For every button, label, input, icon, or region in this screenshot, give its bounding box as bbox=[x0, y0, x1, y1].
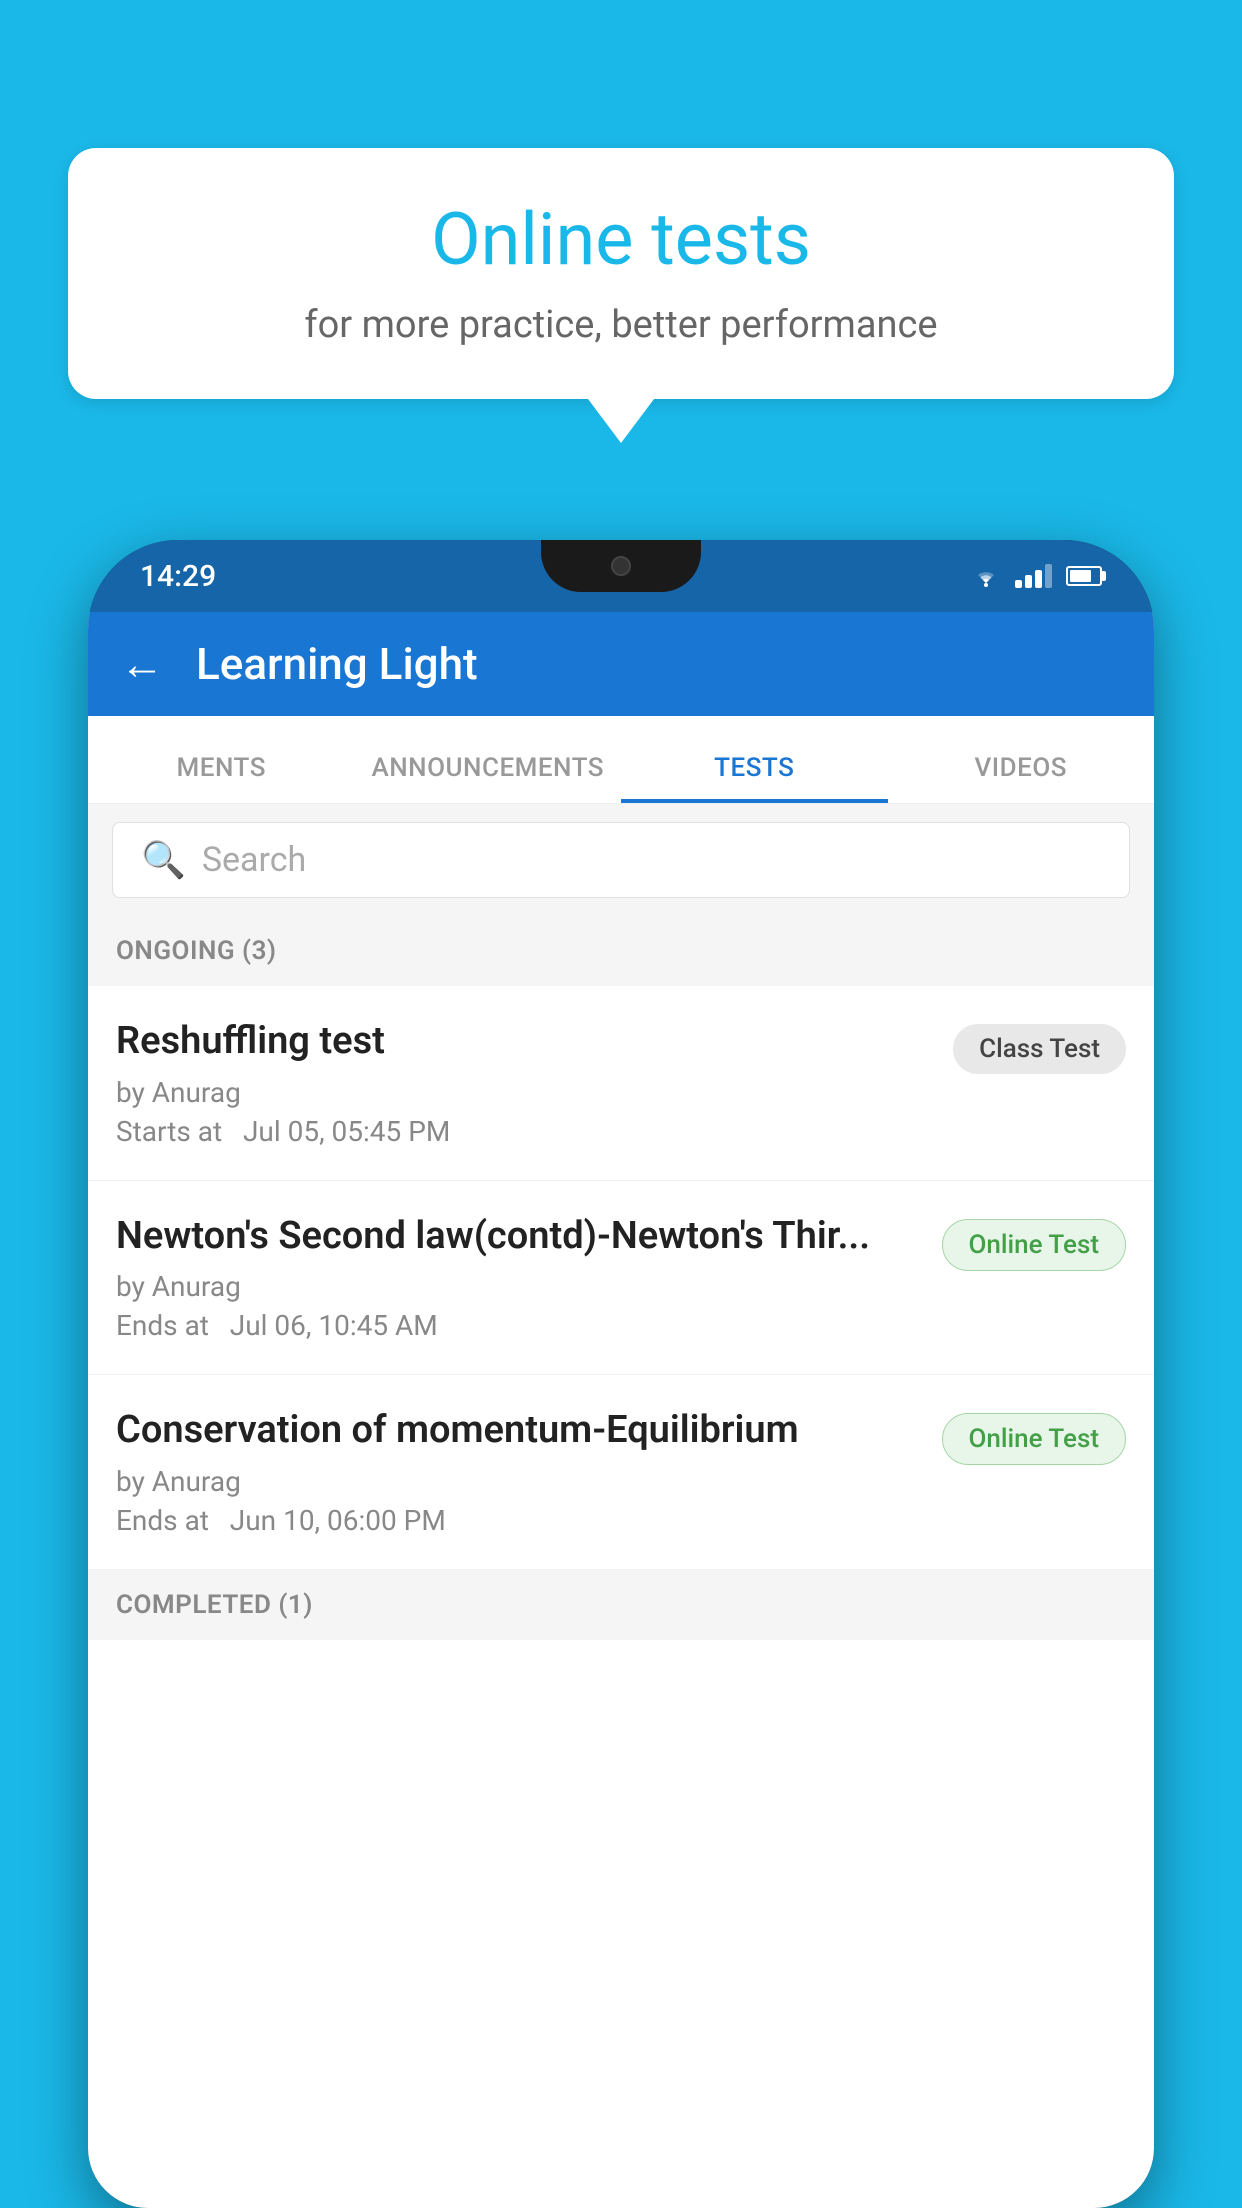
test-badge-online: Online Test bbox=[942, 1413, 1127, 1465]
phone-frame: 14:29 bbox=[88, 540, 1154, 2208]
ongoing-section-header: ONGOING (3) bbox=[88, 916, 1154, 986]
test-badge-class: Class Test bbox=[953, 1024, 1126, 1074]
test-item[interactable]: Conservation of momentum-Equilibrium by … bbox=[88, 1375, 1154, 1570]
search-placeholder: Search bbox=[202, 840, 306, 880]
speech-bubble: Online tests for more practice, better p… bbox=[68, 148, 1174, 399]
test-badge-online: Online Test bbox=[942, 1219, 1127, 1271]
test-author: by Anurag bbox=[116, 1076, 933, 1109]
bubble-title: Online tests bbox=[128, 200, 1114, 279]
test-item[interactable]: Reshuffling test by Anurag Starts at Jul… bbox=[88, 986, 1154, 1181]
battery-icon bbox=[1066, 566, 1102, 586]
tab-announcements[interactable]: ANNOUNCEMENTS bbox=[355, 753, 622, 803]
tab-ments[interactable]: MENTS bbox=[88, 753, 355, 803]
tab-tests[interactable]: TESTS bbox=[621, 753, 888, 803]
notch bbox=[541, 540, 701, 592]
phone-screen: ← Learning Light MENTS ANNOUNCEMENTS TES… bbox=[88, 612, 1154, 2208]
wifi-icon bbox=[971, 565, 1001, 587]
signal-icon bbox=[1015, 564, 1052, 588]
search-icon: 🔍 bbox=[141, 839, 186, 881]
test-author: by Anurag bbox=[116, 1465, 922, 1498]
battery-fill bbox=[1070, 570, 1091, 582]
front-camera bbox=[611, 556, 631, 576]
app-title: Learning Light bbox=[196, 638, 478, 690]
status-time: 14:29 bbox=[140, 559, 216, 594]
test-list: Reshuffling test by Anurag Starts at Jul… bbox=[88, 986, 1154, 1570]
bubble-subtitle: for more practice, better performance bbox=[128, 303, 1114, 347]
test-info: Newton's Second law(contd)-Newton's Thir… bbox=[116, 1213, 942, 1343]
test-info: Reshuffling test by Anurag Starts at Jul… bbox=[116, 1018, 953, 1148]
test-date: Ends at Jul 06, 10:45 AM bbox=[116, 1309, 922, 1342]
status-bar: 14:29 bbox=[88, 540, 1154, 612]
test-info: Conservation of momentum-Equilibrium by … bbox=[116, 1407, 942, 1537]
test-author: by Anurag bbox=[116, 1270, 922, 1303]
test-date: Starts at Jul 05, 05:45 PM bbox=[116, 1115, 933, 1148]
test-title: Reshuffling test bbox=[116, 1018, 933, 1066]
speech-bubble-container: Online tests for more practice, better p… bbox=[68, 148, 1174, 399]
status-icons bbox=[971, 564, 1102, 588]
test-item[interactable]: Newton's Second law(contd)-Newton's Thir… bbox=[88, 1181, 1154, 1376]
back-button[interactable]: ← bbox=[120, 638, 164, 690]
tabs-container: MENTS ANNOUNCEMENTS TESTS VIDEOS bbox=[88, 716, 1154, 804]
test-title: Conservation of momentum-Equilibrium bbox=[116, 1407, 922, 1455]
completed-section-header: COMPLETED (1) bbox=[88, 1570, 1154, 1640]
test-date: Ends at Jun 10, 06:00 PM bbox=[116, 1504, 922, 1537]
search-box[interactable]: 🔍 Search bbox=[112, 822, 1130, 898]
search-container: 🔍 Search bbox=[88, 804, 1154, 916]
test-title: Newton's Second law(contd)-Newton's Thir… bbox=[116, 1213, 922, 1261]
app-header: ← Learning Light bbox=[88, 612, 1154, 716]
tab-videos[interactable]: VIDEOS bbox=[888, 753, 1155, 803]
